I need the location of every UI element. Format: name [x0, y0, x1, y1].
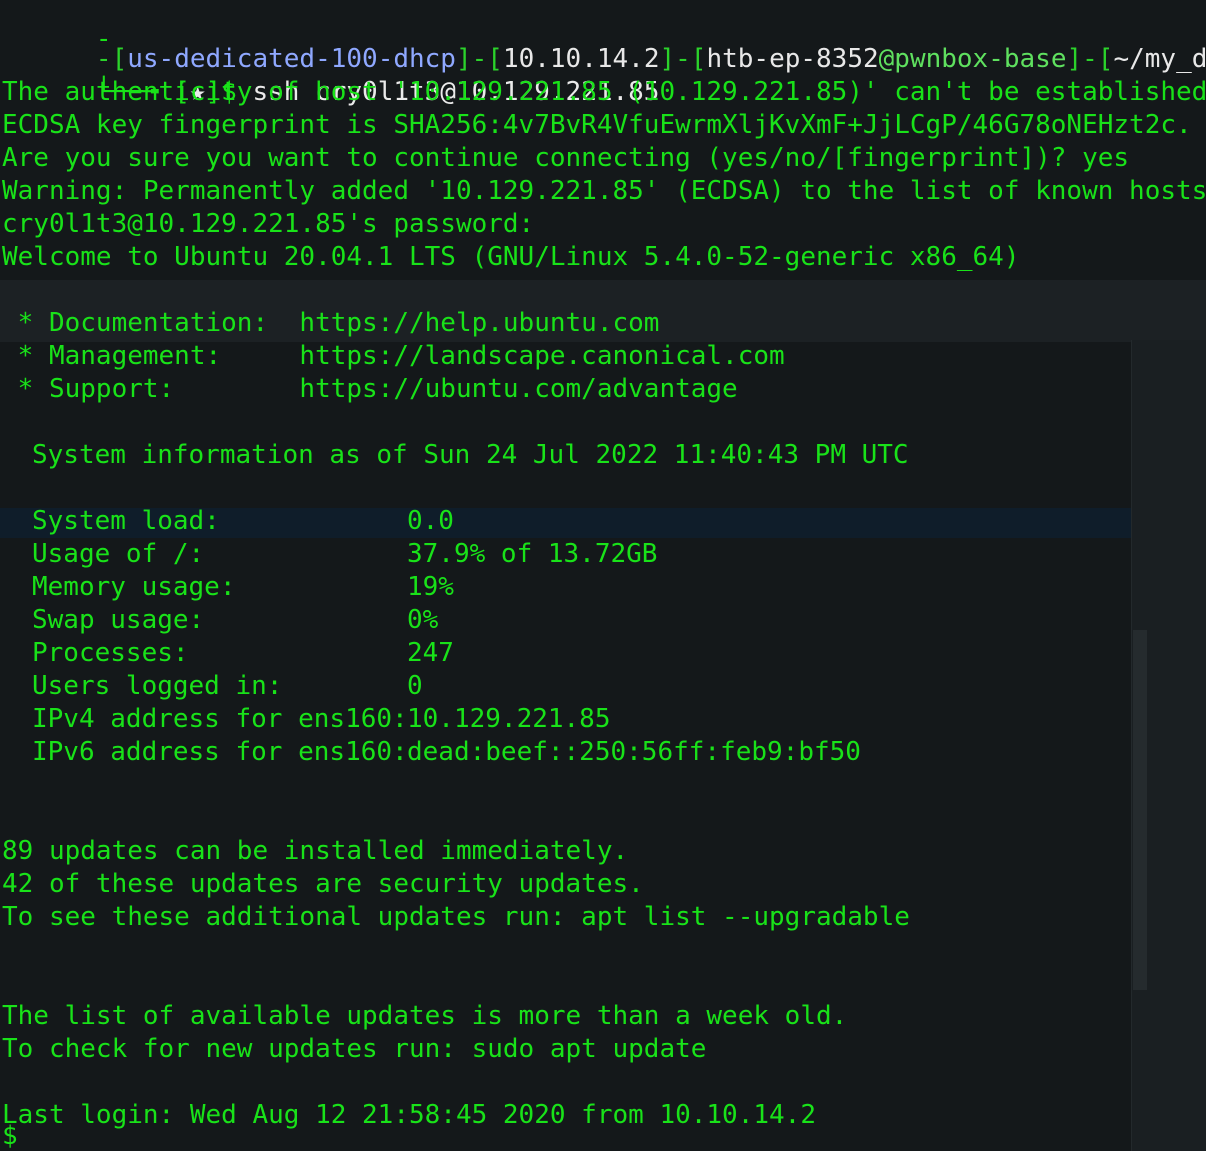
updates-line-3: To see these additional updates run: apt… — [2, 902, 910, 932]
mgmt-line: * Management: https://landscape.canonica… — [2, 341, 785, 371]
auth-line-3: Are you sure you want to continue connec… — [2, 143, 1130, 173]
stat-row: Processes: 247 — [32, 638, 454, 668]
list-line-2: To check for new updates run: sudo apt u… — [2, 1034, 707, 1064]
stat-row: Usage of /: 37.9% of 13.72GB — [32, 539, 658, 569]
terminal-window[interactable]: - -[us-dedicated-100-dhcp]-[10.10.14.2]-… — [0, 0, 1206, 1151]
prompt-line-2: └──╼ [★]$ ssh cry0l1t3@10.129.221.85 — [95, 77, 660, 107]
prompt-user: htb-ep-8352 — [706, 44, 879, 74]
auth-line-4: Warning: Permanently added '10.129.221.8… — [2, 176, 1206, 206]
doc-line: * Documentation: https://help.ubuntu.com — [2, 308, 660, 338]
last-login-line: Last login: Wed Aug 12 21:58:45 2020 fro… — [2, 1100, 816, 1130]
password-prompt: cry0l1t3@10.129.221.85's password: — [2, 209, 550, 239]
shell-prompt[interactable]: $ — [2, 1123, 18, 1149]
support-line: * Support: https://ubuntu.com/advantage — [2, 374, 738, 404]
ghost-scrollbar — [1133, 630, 1147, 990]
updates-line-1: 89 updates can be installed immediately. — [2, 836, 629, 866]
updates-line-2: 42 of these updates are security updates… — [2, 869, 644, 899]
prompt-path: ~/my_data/Acader — [1113, 44, 1206, 74]
ghost-sidebar — [1131, 340, 1206, 1151]
stat-row: Memory usage: 19% — [32, 572, 454, 602]
stat-row: IPv6 address for ens160:dead:beef::250:5… — [32, 737, 861, 767]
welcome-line: Welcome to Ubuntu 20.04.1 LTS (GNU/Linux… — [2, 242, 1020, 272]
auth-line-1: The authenticity of host '10.129.221.85 … — [2, 77, 1206, 107]
stat-row: Swap usage: 0% — [32, 605, 439, 635]
sysinfo-line: System information as of Sun 24 Jul 2022… — [32, 440, 909, 470]
prompt-machine: @pwnbox-base — [878, 44, 1067, 74]
stat-row: Users logged in: 0 — [32, 671, 423, 701]
auth-line-2: ECDSA key fingerprint is SHA256:4v7BvR4V… — [2, 110, 1192, 140]
prompt-line-1: -[us-dedicated-100-dhcp]-[10.10.14.2]-[h… — [2, 10, 1206, 74]
list-line-1: The list of available updates is more th… — [2, 1001, 848, 1031]
stat-row: System load: 0.0 — [32, 506, 454, 536]
stat-row: IPv4 address for ens160:10.129.221.85 — [32, 704, 611, 734]
